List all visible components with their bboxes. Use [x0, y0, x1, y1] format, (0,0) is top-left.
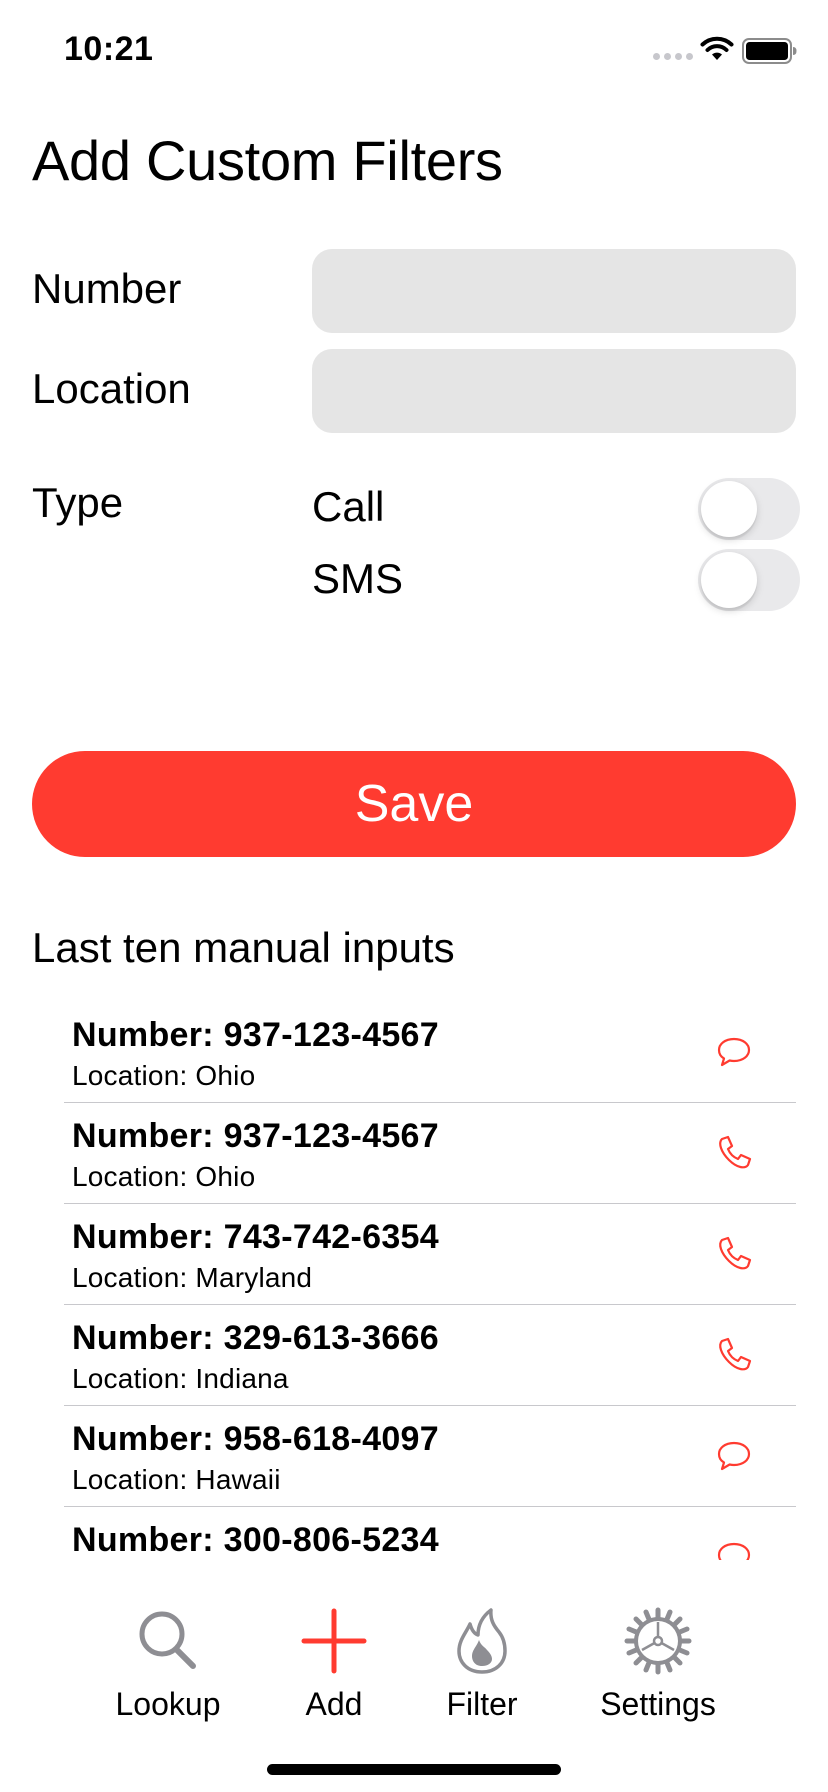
plus-icon	[301, 1608, 367, 1674]
list-item[interactable]: Number: 743-742-6354 Location: Maryland	[64, 1204, 796, 1305]
recent-inputs-title: Last ten manual inputs	[32, 924, 455, 971]
item-number: Number: 743-742-6354	[72, 1218, 439, 1256]
tab-settings[interactable]: Settings	[588, 1590, 728, 1723]
list-item[interactable]: Number: 329-613-3666 Location: Indiana	[64, 1305, 796, 1406]
toggle-knob	[701, 552, 757, 608]
phone-icon	[719, 1135, 752, 1169]
flame-icon	[457, 1608, 507, 1674]
list-item[interactable]: Number: 937-123-4567 Location: Ohio	[64, 1103, 796, 1204]
item-location: Location: Ohio	[72, 1060, 256, 1091]
item-location: Location: Hawaii	[72, 1464, 281, 1495]
call-toggle[interactable]	[698, 478, 800, 540]
battery-icon	[742, 38, 797, 64]
message-icon	[717, 1037, 751, 1067]
sms-option-label: SMS	[312, 555, 404, 602]
message-icon	[717, 1542, 751, 1560]
cellular-signal-icon	[653, 53, 693, 60]
tab-label: Settings	[600, 1686, 716, 1722]
list-item[interactable]: Number: 937-123-4567 Location: Ohio	[64, 1002, 796, 1103]
recent-inputs-list[interactable]: Number: 937-123-4567 Location: Ohio Numb…	[64, 1002, 796, 1560]
status-bar: 10:21	[0, 0, 828, 96]
status-time: 10:21	[64, 30, 154, 68]
phone-icon	[719, 1337, 752, 1371]
tab-bar: Lookup Add Filter Settings	[0, 1590, 828, 1750]
item-number: Number: 937-123-4567	[72, 1117, 439, 1155]
item-number: Number: 937-123-4567	[72, 1016, 439, 1054]
location-field[interactable]	[312, 349, 796, 433]
search-icon	[139, 1611, 196, 1669]
item-location: Location: Ohio	[72, 1161, 256, 1192]
toggle-knob	[701, 481, 757, 537]
tab-label: Add	[305, 1686, 363, 1722]
tab-label: Lookup	[115, 1686, 221, 1722]
item-number: Number: 300-806-5234	[72, 1521, 439, 1559]
location-label: Location	[32, 365, 191, 412]
gear-icon	[624, 1607, 692, 1675]
tab-label: Filter	[446, 1686, 518, 1722]
number-label: Number	[32, 265, 182, 312]
phone-icon	[719, 1236, 752, 1270]
item-number: Number: 329-613-3666	[72, 1319, 439, 1357]
wifi-icon	[700, 36, 734, 60]
tab-filter[interactable]: Filter	[422, 1590, 542, 1723]
sms-toggle[interactable]	[698, 549, 800, 611]
message-icon	[717, 1441, 751, 1471]
call-option-label: Call	[312, 483, 385, 530]
list-item[interactable]: Number: 958-618-4097 Location: Hawaii	[64, 1406, 796, 1507]
tab-add[interactable]: Add	[274, 1590, 394, 1723]
item-location: Location: Maryland	[72, 1262, 313, 1293]
number-field[interactable]	[312, 249, 796, 333]
home-indicator	[267, 1764, 561, 1775]
page-title: Add Custom Filters	[32, 129, 503, 192]
list-item[interactable]: Number: 300-806-5234	[64, 1507, 796, 1560]
save-button[interactable]: Save	[32, 751, 796, 857]
item-location: Location: Indiana	[72, 1363, 289, 1394]
item-number: Number: 958-618-4097	[72, 1420, 439, 1458]
type-label: Type	[32, 479, 124, 526]
tab-lookup[interactable]: Lookup	[108, 1590, 228, 1723]
